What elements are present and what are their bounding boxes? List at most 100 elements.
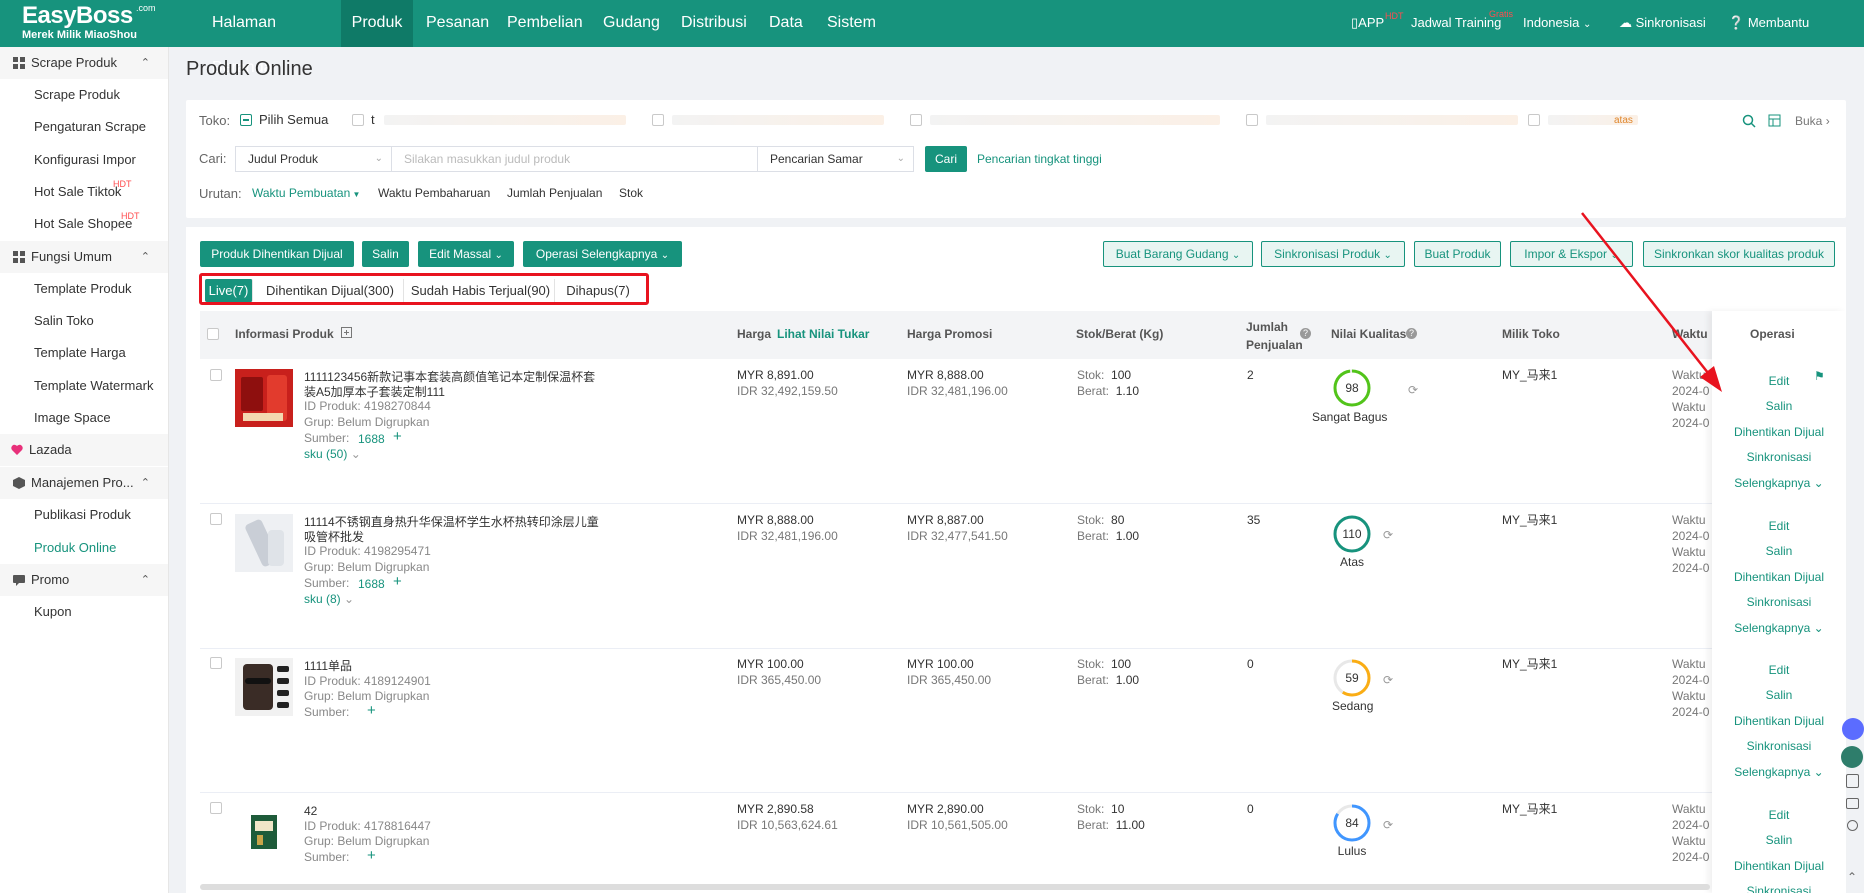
select-all-label[interactable]: Pilih Semua <box>259 112 328 128</box>
source-link[interactable]: 1688 <box>358 577 385 591</box>
add-source-icon[interactable]: + <box>393 428 402 445</box>
nav-pembelian[interactable]: Pembelian <box>507 0 583 47</box>
op-sync[interactable]: Sinkronisasi <box>1712 884 1846 893</box>
copy-button[interactable]: Salin <box>362 241 409 267</box>
search-button[interactable]: Cari <box>925 146 967 172</box>
chatbot-icon[interactable] <box>1842 718 1864 740</box>
product-title[interactable]: 42 <box>304 803 317 819</box>
op-copy[interactable]: Salin <box>1712 833 1846 847</box>
op-copy[interactable]: Salin <box>1712 399 1846 413</box>
sidebar-item-produk-online[interactable]: Produk Online <box>34 540 116 555</box>
sidebar-item-template-watermark[interactable]: Template Watermark <box>34 378 153 393</box>
nav-distribusi[interactable]: Distribusi <box>681 0 747 47</box>
expand-toggle[interactable]: Buka › <box>1795 113 1830 129</box>
sync-products-button[interactable]: Sinkronisasi Produk ⌄ <box>1261 241 1405 267</box>
sidebar-item-template-harga[interactable]: Template Harga <box>34 345 126 360</box>
sidebar-item-hot-sale-shopee[interactable]: Hot Sale Shopee <box>34 216 132 231</box>
avatar[interactable] <box>1841 746 1863 768</box>
sidebar-item-salin-toko[interactable]: Salin Toko <box>34 313 94 328</box>
refresh-icon[interactable]: ⟳ <box>1383 817 1393 833</box>
create-warehouse-item-button[interactable]: Buat Barang Gudang ⌄ <box>1103 241 1253 267</box>
nav-home[interactable]: Halaman Beranda <box>198 0 315 76</box>
row-checkbox[interactable] <box>210 369 222 381</box>
row-checkbox[interactable] <box>210 802 222 814</box>
select-all-rows-checkbox[interactable] <box>207 328 219 340</box>
row-checkbox[interactable] <box>210 657 222 669</box>
horizontal-scrollbar[interactable] <box>200 884 1710 890</box>
nav-gudang[interactable]: Gudang <box>603 0 660 47</box>
bulk-edit-button[interactable]: Edit Massal ⌄ <box>418 241 514 267</box>
nav-sistem[interactable]: Sistem <box>827 0 876 47</box>
app-link[interactable]: ▯APP <box>1351 0 1384 47</box>
create-product-button[interactable]: Buat Produk <box>1414 241 1501 267</box>
search-icon[interactable] <box>1742 114 1756 128</box>
op-sync[interactable]: Sinkronisasi <box>1712 450 1846 464</box>
feedback-icon[interactable] <box>1846 774 1859 788</box>
nav-produk[interactable]: Produk <box>341 0 413 47</box>
add-source-icon[interactable]: + <box>393 573 402 590</box>
question-circle-icon[interactable]: ? <box>1300 328 1311 339</box>
stop-selling-button[interactable]: Produk Dihentikan Dijual <box>200 241 354 267</box>
search-field-select[interactable]: Judul Produk ⌄ <box>235 146 392 172</box>
sync-quality-score-button[interactable]: Sinkronkan skor kualitas produk <box>1643 241 1835 267</box>
op-edit[interactable]: Edit <box>1712 808 1846 822</box>
refresh-icon[interactable]: ⟳ <box>1408 382 1418 398</box>
refresh-icon[interactable]: ⟳ <box>1383 527 1393 543</box>
question-circle-icon[interactable]: ? <box>1406 328 1417 339</box>
logo[interactable]: EasyBoss .com Merek Milik MiaoShou <box>22 2 162 41</box>
sidebar-item-scrape-produk[interactable]: Scrape Produk <box>34 87 120 102</box>
tab-sold-out[interactable]: Sudah Habis Terjual(90) <box>407 279 555 302</box>
product-image[interactable] <box>235 658 293 716</box>
op-sync[interactable]: Sinkronisasi <box>1712 739 1846 753</box>
product-title[interactable]: 11114不锈钢直身热升华保温杯学生水杯热转印涂层儿童 <box>304 514 599 530</box>
op-edit[interactable]: Edit <box>1712 374 1846 388</box>
product-image[interactable] <box>235 514 293 572</box>
import-export-button[interactable]: Impor & Ekspor ⌄ <box>1510 241 1633 267</box>
op-more[interactable]: Selengkapnya ⌄ <box>1712 765 1846 779</box>
expand-square-icon[interactable] <box>341 327 352 338</box>
add-source-icon[interactable]: + <box>367 847 376 864</box>
op-edit[interactable]: Edit <box>1712 663 1846 677</box>
sidebar-item-kupon[interactable]: Kupon <box>34 604 72 619</box>
nav-pesanan[interactable]: Pesanan <box>426 0 489 47</box>
refresh-icon[interactable]: ⟳ <box>1383 672 1393 688</box>
select-all-checkbox[interactable] <box>240 114 252 126</box>
sku-toggle[interactable]: sku (8) ⌄ <box>304 592 354 606</box>
store-checkbox[interactable] <box>1528 114 1540 126</box>
tab-live[interactable]: Live(7) <box>205 279 253 302</box>
chat-icon[interactable] <box>1846 798 1859 809</box>
op-more[interactable]: Selengkapnya ⌄ <box>1712 621 1846 635</box>
store-checkbox[interactable] <box>1246 114 1258 126</box>
op-copy[interactable]: Salin <box>1712 544 1846 558</box>
op-more[interactable]: Selengkapnya ⌄ <box>1712 476 1846 490</box>
sidebar-group-lazada[interactable]: Lazada <box>0 434 168 466</box>
product-title[interactable]: 1111123456新款记事本套装高颜值笔记本定制保温杯套 <box>304 369 595 385</box>
sort-jumlah-penjualan[interactable]: Jumlah Penjualan <box>507 186 602 200</box>
flag-icon[interactable]: ⚑ <box>1814 369 1825 383</box>
row-checkbox[interactable] <box>210 513 222 525</box>
op-edit[interactable]: Edit <box>1712 519 1846 533</box>
help-link[interactable]: ❔ Membantu <box>1728 0 1809 47</box>
sidebar-group-manajemen-produk[interactable]: Manajemen Pro... ⌃ <box>0 467 168 499</box>
op-copy[interactable]: Salin <box>1712 688 1846 702</box>
sidebar-item-pengaturan-scrape[interactable]: Pengaturan Scrape <box>34 119 146 134</box>
op-stop-selling[interactable]: Dihentikan Dijual <box>1712 714 1846 728</box>
op-sync[interactable]: Sinkronisasi <box>1712 595 1846 609</box>
exchange-rate-link[interactable]: Lihat Nilai Tukar <box>777 327 869 341</box>
sidebar-item-template-produk[interactable]: Template Produk <box>34 281 132 296</box>
language-select[interactable]: Indonesia ⌄ <box>1523 0 1591 47</box>
product-title[interactable]: 1111单品 <box>304 658 352 674</box>
sidebar-group-fungsi-umum[interactable]: Fungsi Umum ⌃ <box>0 241 168 273</box>
add-source-icon[interactable]: + <box>367 702 376 719</box>
advanced-search-link[interactable]: Pencarian tingkat tinggi <box>977 152 1102 166</box>
op-stop-selling[interactable]: Dihentikan Dijual <box>1712 570 1846 584</box>
sort-waktu-pembuatan[interactable]: Waktu Pembuatan ▼ <box>252 186 360 200</box>
source-link[interactable]: 1688 <box>358 432 385 446</box>
sidebar-item-image-space[interactable]: Image Space <box>34 410 111 425</box>
product-image[interactable] <box>235 803 293 861</box>
more-operations-button[interactable]: Operasi Selengkapnya ⌄ <box>523 241 682 267</box>
sidebar-group-scrape[interactable]: Scrape Produk ⌃ <box>0 47 168 79</box>
op-stop-selling[interactable]: Dihentikan Dijual <box>1712 859 1846 873</box>
scroll-top-icon[interactable]: ⌃ <box>1847 870 1857 884</box>
product-image[interactable] <box>235 369 293 427</box>
